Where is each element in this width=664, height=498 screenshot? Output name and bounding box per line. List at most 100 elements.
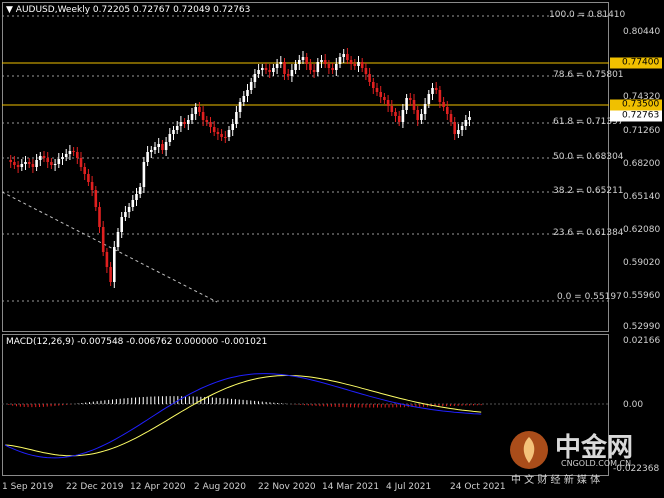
bull-candle xyxy=(124,212,127,217)
bear-candle xyxy=(409,98,412,100)
bull-candle xyxy=(335,64,338,70)
resistance-price-tag: 0.77400 xyxy=(610,57,662,69)
price-tick: 0.59020 xyxy=(623,258,661,268)
bull-candle xyxy=(246,90,249,96)
bear-candle xyxy=(368,74,371,82)
bull-candle xyxy=(468,117,471,120)
bear-candle xyxy=(105,252,109,267)
bull-candle xyxy=(61,157,64,159)
bear-candle xyxy=(412,100,416,110)
bull-candle xyxy=(68,151,72,154)
bull-candle xyxy=(24,162,27,164)
bull-candle xyxy=(64,154,68,157)
bear-candle xyxy=(364,68,368,74)
bear-candle xyxy=(383,97,386,100)
bear-candle xyxy=(76,152,79,158)
bull-candle xyxy=(272,68,275,72)
bear-candle xyxy=(390,106,394,112)
bull-candle xyxy=(127,207,131,212)
date-label: 1 Sep 2019 xyxy=(2,482,54,492)
bear-candle xyxy=(198,107,201,112)
bear-candle xyxy=(349,60,353,64)
bull-candle xyxy=(423,104,427,114)
price-tick: 0.65140 xyxy=(623,192,661,202)
price-tick: 0.80440 xyxy=(623,27,661,37)
bull-candle xyxy=(257,70,260,74)
bear-candle xyxy=(109,267,112,282)
bear-candle xyxy=(286,74,290,76)
bear-candle xyxy=(205,120,209,122)
bear-candle xyxy=(268,70,271,72)
support-price-tag: 0.73500 xyxy=(610,99,662,111)
bull-candle xyxy=(153,147,157,150)
bull-candle xyxy=(227,130,231,137)
price-tick: 0.62080 xyxy=(623,225,661,235)
bear-candle xyxy=(394,112,397,116)
bear-candle xyxy=(94,190,98,207)
bull-candle xyxy=(146,152,149,162)
bull-candle xyxy=(116,232,120,247)
date-label: 22 Nov 2020 xyxy=(258,482,316,492)
bear-candle xyxy=(442,102,445,107)
bear-candle xyxy=(90,182,94,190)
bull-candle xyxy=(157,144,160,147)
bear-candle xyxy=(83,167,86,174)
bear-candle xyxy=(201,112,205,120)
bull-candle xyxy=(298,60,301,64)
chart-header: ▼ AUDUSD,Weekly 0.72205 0.72767 0.72049 … xyxy=(6,5,250,15)
bull-candle xyxy=(301,57,305,60)
bull-candle xyxy=(405,98,408,110)
bull-candle xyxy=(275,64,279,68)
bull-candle xyxy=(164,142,168,150)
bull-candle xyxy=(190,114,194,120)
bear-candle xyxy=(434,88,438,90)
macd-signal-line xyxy=(4,375,482,457)
bull-candle xyxy=(150,150,153,152)
bear-candle xyxy=(346,54,349,60)
price-chart-canvas xyxy=(2,15,609,303)
current-price-tag: 0.72763 xyxy=(610,110,662,122)
bull-candle xyxy=(120,217,123,232)
bear-candle xyxy=(209,122,212,127)
bear-candle xyxy=(183,122,186,124)
bull-candle xyxy=(135,194,138,200)
watermark-domain: CNGOLD.COM.CN xyxy=(561,459,632,468)
dropdown-triangle-icon[interactable]: ▼ xyxy=(6,5,13,15)
bull-candle xyxy=(172,130,175,134)
bull-candle xyxy=(249,82,253,90)
bear-candle xyxy=(446,107,449,114)
bear-candle xyxy=(42,156,46,158)
bear-candle xyxy=(72,151,75,152)
bear-candle xyxy=(224,137,227,138)
bear-candle xyxy=(31,164,35,167)
date-label: 24 Oct 2021 xyxy=(450,482,506,492)
bear-candle xyxy=(323,60,327,64)
bear-candle xyxy=(264,68,268,70)
bear-candle xyxy=(9,160,12,162)
price-tick: 0.55960 xyxy=(623,291,661,301)
price-scale[interactable]: 0.80440 0.77400 0.74320 0.73500 0.72763 … xyxy=(609,0,664,334)
bear-candle xyxy=(161,144,164,150)
macd-tick: 0.02166 xyxy=(623,336,661,346)
bull-candle xyxy=(179,122,183,126)
date-label: 14 Mar 2021 xyxy=(322,482,380,492)
macd-main-line xyxy=(4,373,482,459)
bull-candle xyxy=(290,70,294,76)
bear-candle xyxy=(312,70,316,72)
bull-candle xyxy=(357,62,360,66)
candlesticks xyxy=(9,48,471,288)
bear-candle xyxy=(327,64,331,68)
cngold-watermark: 中金网 CNGOLD.COM.CN 中 文 财 经 新 媒 体 xyxy=(505,425,660,487)
bull-candle xyxy=(242,96,246,102)
bull-candle xyxy=(235,112,238,124)
bear-candle xyxy=(98,207,101,227)
bull-candle xyxy=(53,164,57,165)
ohlc-values: 0.72205 0.72767 0.72049 0.72763 xyxy=(92,5,251,15)
bear-candle xyxy=(453,122,456,134)
bear-candle xyxy=(309,64,312,70)
bear-candle xyxy=(46,158,49,162)
bull-candle xyxy=(427,94,431,104)
bear-candle xyxy=(360,62,364,68)
bear-candle xyxy=(27,162,31,164)
symbol-label: AUDUSD,Weekly xyxy=(15,5,91,15)
